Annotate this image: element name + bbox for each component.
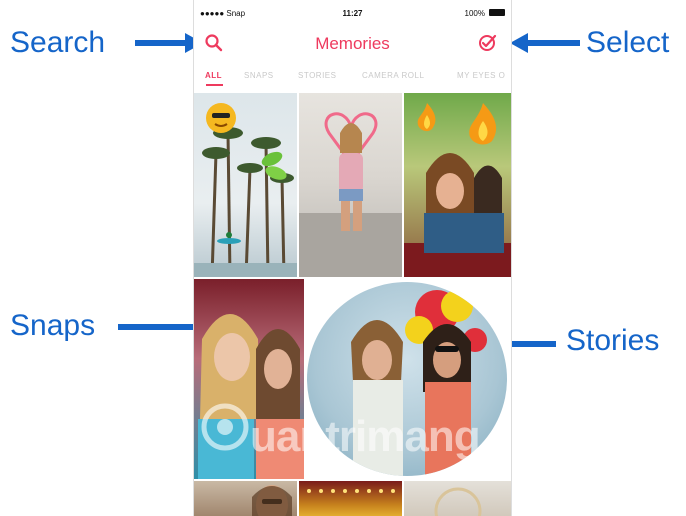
surfer-sticker (217, 232, 241, 244)
tab-bar: ALL SNAPS STORIES CAMERA ROLL MY EYES O (194, 66, 511, 88)
memory-tile-amusement-park[interactable] (404, 93, 511, 277)
memory-tile-beach-heart[interactable] (299, 93, 402, 277)
tab-stories[interactable]: STORIES (298, 71, 336, 80)
memory-tile-palm-trees[interactable] (194, 93, 297, 277)
tab-snaps[interactable]: SNAPS (244, 71, 274, 80)
battery-icon (489, 9, 505, 16)
select-checkmark-icon[interactable] (476, 32, 498, 54)
fire-sticker-large (469, 103, 497, 145)
watermark-text: uantrimang (250, 412, 481, 461)
stories-callout: Stories (566, 324, 660, 357)
leaf-sticker (261, 151, 287, 180)
status-bar: ●●●●● Snap 11:27 100% (194, 0, 511, 22)
watermark: uantrimang (196, 396, 506, 476)
carnival-lights-image (307, 489, 395, 493)
memory-tile-pier[interactable] (404, 481, 511, 516)
active-tab-indicator (206, 84, 223, 86)
memories-header: Memories (194, 22, 511, 64)
select-callout: Select (586, 26, 670, 59)
status-time: 11:27 (342, 9, 363, 18)
memory-tile-girl-sunglasses[interactable] (194, 481, 297, 516)
fire-sticker (417, 103, 436, 132)
watermark-logo-icon (201, 403, 249, 451)
pier-image (434, 487, 482, 516)
battery-label: 100% (464, 9, 485, 18)
beach-girl-image (299, 112, 402, 277)
page-title: Memories (315, 34, 390, 53)
tab-camera-roll[interactable]: CAMERA ROLL (362, 71, 424, 80)
search-callout: Search (10, 26, 106, 59)
tab-my-eyes-only[interactable]: MY EYES O (457, 71, 505, 80)
sun-sticker (206, 103, 236, 133)
memory-tile-carnival[interactable] (299, 481, 402, 516)
select-arrow (510, 33, 580, 53)
girl-sunglasses-image (252, 485, 292, 516)
snaps-callout: Snaps (10, 309, 96, 342)
tab-all[interactable]: ALL (205, 71, 222, 80)
